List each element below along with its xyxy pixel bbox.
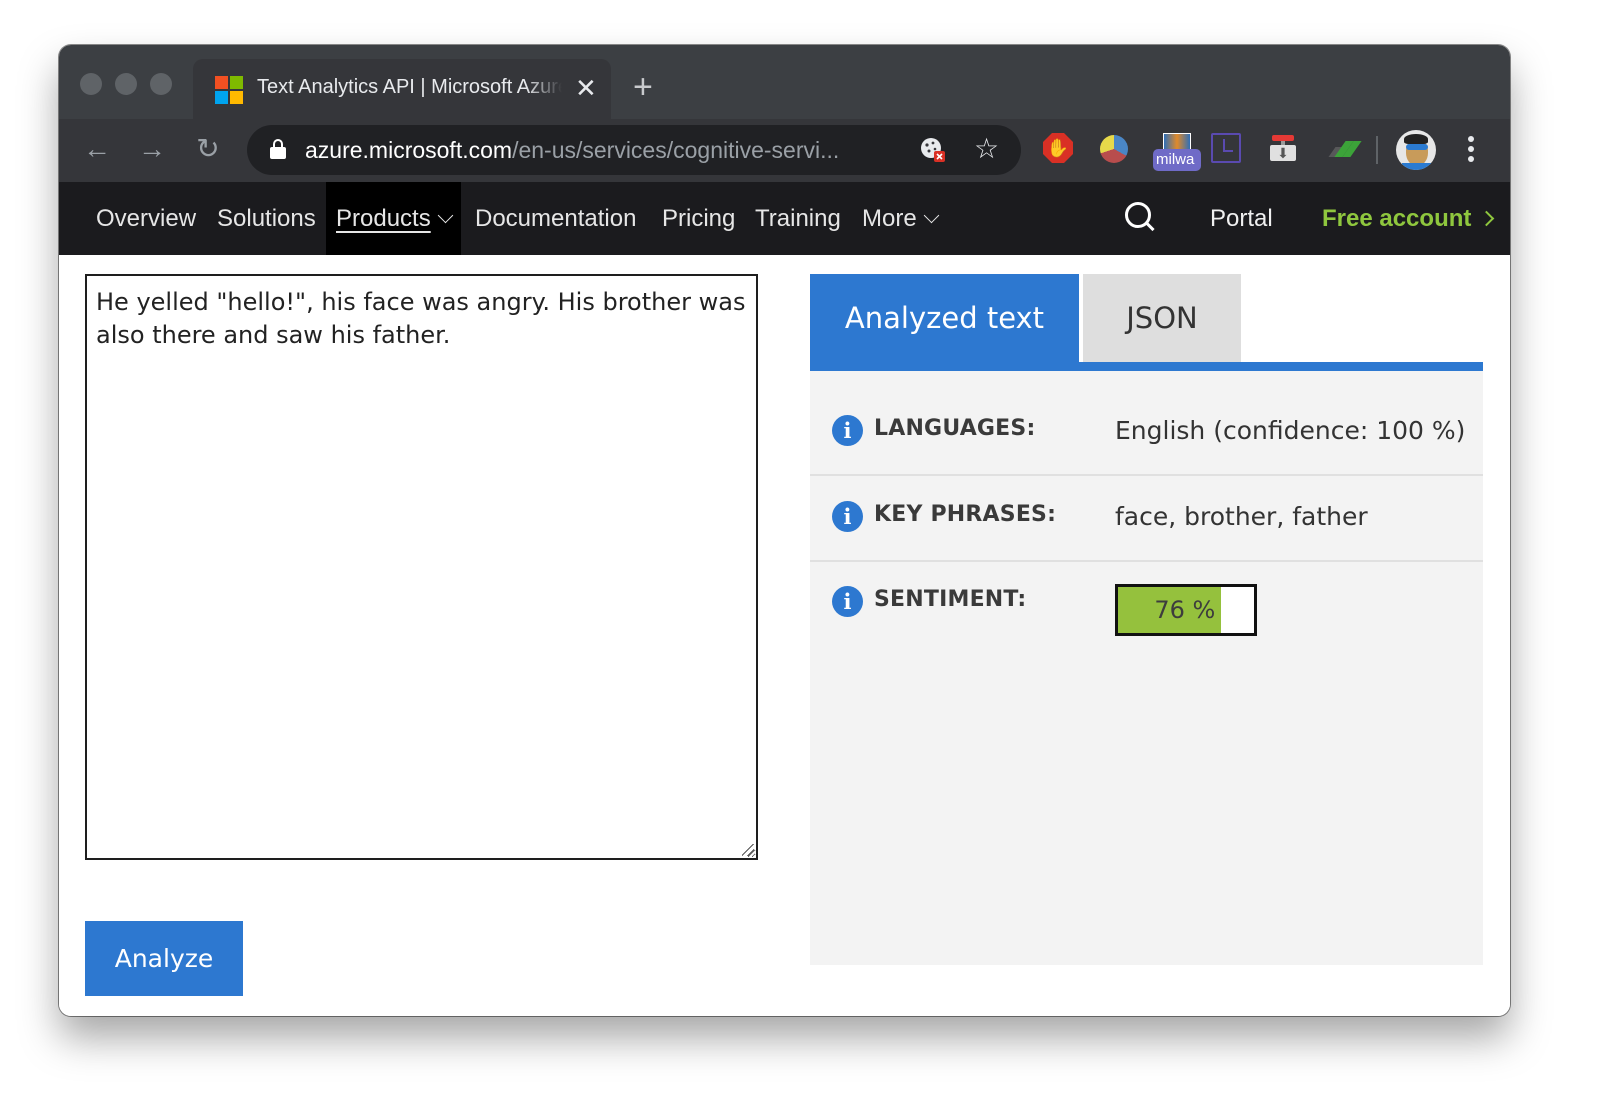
nav-training[interactable]: Training	[755, 182, 841, 255]
green-extension-icon[interactable]	[1324, 133, 1362, 167]
key-phrases-label: KEY PHRASES:	[874, 502, 1057, 527]
window-maximize-button[interactable]	[150, 73, 172, 95]
close-tab-icon[interactable]: ✕	[575, 73, 597, 103]
info-icon[interactable]: i	[832, 501, 863, 532]
nav-documentation[interactable]: Documentation	[475, 182, 636, 255]
sentiment-label: SENTIMENT:	[874, 587, 1027, 612]
chevron-right-icon	[1479, 210, 1495, 227]
site-nav: Overview Solutions Products Documentatio…	[59, 182, 1510, 255]
free-account-link[interactable]: Free account	[1322, 182, 1495, 255]
resize-handle[interactable]	[742, 844, 754, 856]
sentiment-bar: 76 %	[1115, 584, 1257, 636]
browser-toolbar: ← → ↻ azure.microsoft.com/en-us/services…	[59, 119, 1510, 182]
languages-label: LANGUAGES:	[874, 416, 1036, 441]
window-minimize-button[interactable]	[115, 73, 137, 95]
nav-products[interactable]: Products	[326, 182, 461, 255]
extension-badge: milwa	[1153, 149, 1201, 171]
bookmark-star-icon[interactable]: ☆	[974, 133, 999, 165]
chevron-down-icon	[437, 207, 453, 224]
more-menu-icon[interactable]	[1461, 133, 1481, 167]
key-phrases-value: face, brother, father	[1115, 502, 1368, 531]
blocked-cookie-icon[interactable]	[920, 137, 946, 163]
key-phrases-row: i KEY PHRASES: face, brother, father	[810, 477, 1483, 562]
tab-json[interactable]: JSON	[1083, 274, 1241, 362]
back-arrow-icon[interactable]: ←	[79, 131, 115, 167]
search-icon[interactable]	[1125, 202, 1155, 234]
sentiment-value: 76 %	[1154, 596, 1216, 624]
text-input[interactable]: He yelled "hello!", his face was angry. …	[85, 274, 758, 860]
adblock-icon[interactable]: ✋	[1043, 133, 1077, 167]
forward-arrow-icon[interactable]: →	[134, 131, 170, 167]
analyze-button[interactable]: Analyze	[85, 921, 243, 996]
lever-extension-icon[interactable]: ⬇	[1267, 133, 1301, 167]
toolbar-divider	[1376, 136, 1378, 164]
pie-chart-extension-icon[interactable]	[1100, 133, 1134, 167]
tab-underline	[810, 362, 1483, 371]
lock-icon[interactable]	[270, 139, 286, 159]
url-path: /en-us/services/cognitive-servi...	[512, 137, 840, 163]
results-panel: Analyzed text JSON i LANGUAGES: English …	[810, 274, 1483, 965]
text-input-value: He yelled "hello!", his face was angry. …	[96, 288, 746, 349]
url-text[interactable]: azure.microsoft.com/en-us/services/cogni…	[305, 137, 839, 164]
info-icon[interactable]: i	[832, 586, 863, 617]
url-host: azure.microsoft.com	[305, 137, 513, 163]
tab-strip: Text Analytics API | Microsoft Azure ✕ +	[59, 45, 1510, 119]
window-close-button[interactable]	[80, 73, 102, 95]
address-bar[interactable]: azure.microsoft.com/en-us/services/cogni…	[247, 125, 1021, 175]
milwa-extension-icon[interactable]: milwa	[1153, 133, 1201, 171]
reload-icon[interactable]: ↻	[190, 131, 226, 167]
nav-pricing[interactable]: Pricing	[662, 182, 735, 255]
tab-title: Text Analytics API | Microsoft Azure	[257, 76, 562, 98]
languages-value: English (confidence: 100 %)	[1115, 416, 1466, 445]
page-content: He yelled "hello!", his face was angry. …	[59, 255, 1510, 1016]
info-icon[interactable]: i	[832, 415, 863, 446]
microsoft-logo-icon	[215, 76, 243, 104]
nav-solutions[interactable]: Solutions	[217, 182, 316, 255]
browser-window: Text Analytics API | Microsoft Azure ✕ +…	[59, 45, 1510, 1016]
chevron-down-icon	[923, 207, 939, 224]
clock-extension-icon[interactable]	[1211, 133, 1245, 167]
analysis-panel: i LANGUAGES: English (confidence: 100 %)…	[810, 371, 1483, 965]
browser-tab-active[interactable]: Text Analytics API | Microsoft Azure ✕	[193, 59, 611, 119]
new-tab-button[interactable]: +	[633, 70, 653, 104]
tab-analyzed-text[interactable]: Analyzed text	[810, 274, 1079, 371]
sentiment-row: i SENTIMENT: 76 %	[810, 562, 1483, 647]
portal-link[interactable]: Portal	[1210, 182, 1273, 255]
nav-more[interactable]: More	[862, 182, 939, 255]
profile-avatar[interactable]	[1396, 130, 1436, 170]
results-tabs: Analyzed text JSON	[810, 274, 1483, 371]
nav-overview[interactable]: Overview	[96, 182, 196, 255]
languages-row: i LANGUAGES: English (confidence: 100 %)	[810, 391, 1483, 476]
